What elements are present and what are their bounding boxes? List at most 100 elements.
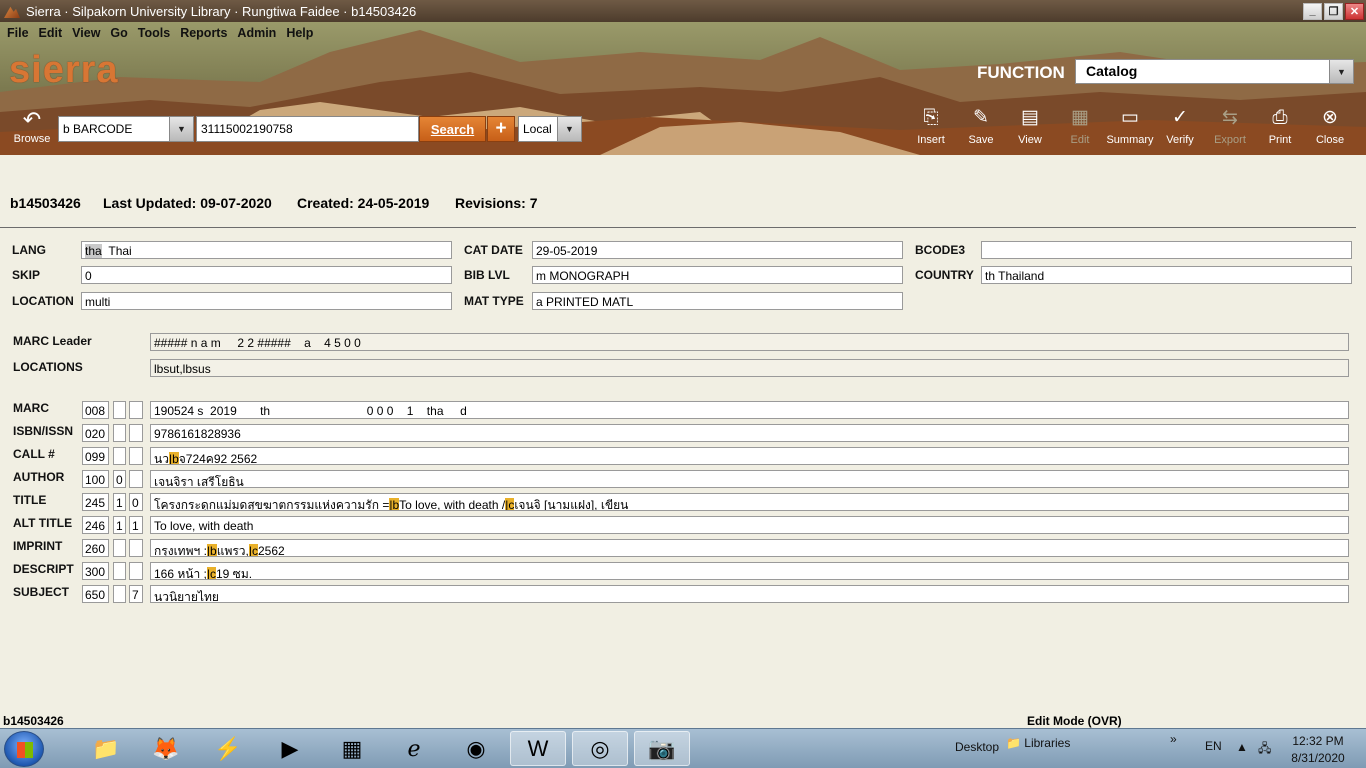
scope-select[interactable]: Local ▼ <box>518 116 582 142</box>
marc-indicator2-field[interactable]: 0 <box>129 493 143 511</box>
marc-tag-field[interactable]: 245 <box>82 493 109 511</box>
marc-indicator1-field[interactable]: 1 <box>113 516 126 534</box>
close-button[interactable]: ⊗ Close <box>1305 106 1355 146</box>
libraries-label: Libraries <box>1024 736 1071 750</box>
marc-content-field[interactable]: กรุงเทพฯ :|bแพรว,|c2562 <box>150 539 1349 557</box>
edit-button[interactable]: ▦ Edit <box>1055 106 1105 146</box>
clock[interactable]: 12:32 PM 8/31/2020 <box>1290 734 1346 765</box>
marc-tag-field[interactable]: 020 <box>82 424 109 442</box>
explorer-icon[interactable]: 📁 <box>78 731 134 766</box>
desktop-toolbar[interactable]: Desktop <box>955 740 999 754</box>
marc-content-field[interactable]: 190524 s 2019 th 0 0 0 1 tha d <box>150 401 1349 419</box>
marc-indicator1-field[interactable]: 0 <box>113 470 126 488</box>
close-label: Close <box>1315 134 1345 146</box>
add-search-button[interactable]: + <box>487 116 515 142</box>
language-indicator[interactable]: EN <box>1205 739 1222 753</box>
marc-tag-field[interactable]: 100 <box>82 470 109 488</box>
marc-content-field[interactable]: นวนิยายไทย <box>150 585 1349 603</box>
menu-go[interactable]: Go <box>105 26 132 40</box>
camera-icon[interactable]: 📷 <box>634 731 690 766</box>
marc-indicator1-field[interactable] <box>113 585 126 603</box>
close-window-button[interactable]: ✕ <box>1345 2 1364 20</box>
marc-indicator2-field[interactable] <box>129 424 143 442</box>
marc-indicator1-field[interactable]: 1 <box>113 493 126 511</box>
marc-indicator2-field[interactable] <box>129 447 143 465</box>
marc-field-label: SUBJECT <box>13 585 70 599</box>
menu-file[interactable]: File <box>2 26 34 40</box>
internet-explorer-icon[interactable]: ℯ <box>386 731 442 766</box>
chevron-down-icon[interactable]: ▼ <box>169 117 193 141</box>
marc-indicator1-field[interactable] <box>113 401 126 419</box>
marc-tag-field[interactable]: 260 <box>82 539 109 557</box>
sierra-icon[interactable]: ◎ <box>572 731 628 766</box>
menu-edit[interactable]: Edit <box>34 26 68 40</box>
marc-content-field[interactable]: 166 หน้า ;|c19 ซม. <box>150 562 1349 580</box>
country-field[interactable]: th Thailand <box>981 266 1352 284</box>
print-button[interactable]: ⎙ Print <box>1255 106 1305 146</box>
view-button[interactable]: ▤ View <box>1005 106 1055 146</box>
word-icon[interactable]: W <box>510 731 566 766</box>
function-select[interactable]: Catalog ▼ <box>1075 59 1354 84</box>
subfield-delimiter: |b <box>389 498 400 511</box>
locations-field[interactable]: lbsut,lbsus <box>150 359 1349 377</box>
window-titlebar: Sierra · Silpakorn University Library · … <box>0 0 1366 22</box>
marc-tag-field[interactable]: 246 <box>82 516 109 534</box>
save-button[interactable]: ✎ Save <box>956 106 1006 146</box>
mat-type-field[interactable]: a PRINTED MATL <box>532 292 903 310</box>
marc-indicator2-field[interactable]: 1 <box>129 516 143 534</box>
marc-content-field[interactable]: 9786161828936 <box>150 424 1349 442</box>
bib-lvl-field[interactable]: m MONOGRAPH <box>532 266 903 284</box>
view-label: View <box>1018 134 1042 146</box>
menu-help[interactable]: Help <box>281 26 318 40</box>
menu-tools[interactable]: Tools <box>133 26 175 40</box>
marc-tag-field[interactable]: 300 <box>82 562 109 580</box>
media-player-icon[interactable]: ▶ <box>262 731 318 766</box>
marc-content-field[interactable]: เจนจิรา เสรีโยธิน <box>150 470 1349 488</box>
bcode3-field[interactable] <box>981 241 1352 259</box>
menu-admin[interactable]: Admin <box>232 26 281 40</box>
marc-indicator1-field[interactable] <box>113 447 126 465</box>
start-button[interactable] <box>4 731 44 767</box>
search-button[interactable]: Search <box>419 116 486 142</box>
chrome-icon[interactable]: ◉ <box>448 731 504 766</box>
marc-indicator2-field[interactable] <box>129 562 143 580</box>
winamp-icon[interactable]: ⚡ <box>200 731 256 766</box>
marc-content-field[interactable]: To love, with death <box>150 516 1349 534</box>
search-input[interactable]: 31115002190758 <box>196 116 419 142</box>
minimize-button[interactable]: _ <box>1303 2 1322 20</box>
toolbar-expand-icon[interactable]: » <box>1170 732 1177 746</box>
menu-reports[interactable]: Reports <box>175 26 232 40</box>
marc-tag-field[interactable]: 008 <box>82 401 109 419</box>
search-index-select[interactable]: b BARCODE ▼ <box>58 116 194 142</box>
marc-indicator2-field[interactable]: 7 <box>129 585 143 603</box>
insert-button[interactable]: ⎘ Insert <box>906 106 956 146</box>
export-button[interactable]: ⇆ Export <box>1205 106 1255 146</box>
location-field[interactable]: multi <box>81 292 452 310</box>
marc-indicator1-field[interactable] <box>113 424 126 442</box>
marc-indicator2-field[interactable] <box>129 401 143 419</box>
browse-button[interactable]: ↶ Browse <box>10 107 54 145</box>
marc-content-field[interactable]: นว|bจ724ค92 2562 <box>150 447 1349 465</box>
network-icon[interactable]: 🖧 <box>1258 739 1271 760</box>
summary-button[interactable]: ▭ Summary <box>1105 106 1155 146</box>
libraries-toolbar[interactable]: 📁 Libraries <box>1006 736 1070 750</box>
maximize-button[interactable]: ❐ <box>1324 2 1343 20</box>
marc-indicator2-field[interactable] <box>129 470 143 488</box>
firefox-icon[interactable]: 🦊 <box>138 731 194 766</box>
marc-indicator1-field[interactable] <box>113 562 126 580</box>
lang-field[interactable]: tha Thai <box>81 241 452 259</box>
marc-leader-field[interactable]: ##### n a m 2 2 ##### a 4 5 0 0 <box>150 333 1349 351</box>
cat-date-field[interactable]: 29-05-2019 <box>532 241 903 259</box>
show-hidden-icons[interactable]: ▲ <box>1236 740 1248 754</box>
chevron-down-icon[interactable]: ▼ <box>557 117 581 141</box>
skip-field[interactable]: 0 <box>81 266 452 284</box>
marc-indicator2-field[interactable] <box>129 539 143 557</box>
verify-button[interactable]: ✓ Verify <box>1155 106 1205 146</box>
marc-indicator1-field[interactable] <box>113 539 126 557</box>
chevron-down-icon[interactable]: ▼ <box>1329 60 1353 83</box>
marc-tag-field[interactable]: 650 <box>82 585 109 603</box>
menu-view[interactable]: View <box>67 26 105 40</box>
excel-icon[interactable]: ▦ <box>324 731 380 766</box>
marc-tag-field[interactable]: 099 <box>82 447 109 465</box>
marc-content-field[interactable]: โครงกระดูกแม่มดสุขฆาตกรรมแห่งความรัก =|b… <box>150 493 1349 511</box>
